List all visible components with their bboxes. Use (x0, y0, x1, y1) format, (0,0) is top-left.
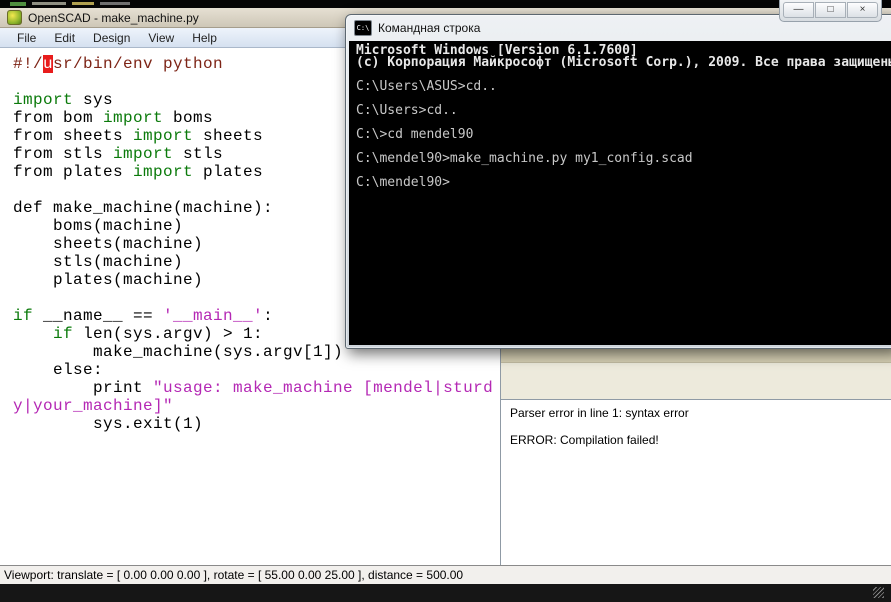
code-token: stls (173, 145, 223, 163)
background-fragment (10, 2, 26, 6)
code-token: sr/bin/env python (53, 55, 223, 73)
code-token: sys.exit(1) (13, 415, 203, 433)
cmd-line: C:\>cd mendel90 (356, 129, 891, 141)
code-token: import (133, 163, 193, 181)
code-line: sys.exit(1) (13, 415, 500, 433)
code-line: y|your_machine]" (13, 397, 500, 415)
code-token: plates(machine) (13, 271, 203, 289)
code-token: len(sys.argv) > 1: (73, 325, 263, 343)
code-token (13, 325, 53, 343)
console-message: Parser error in line 1: syntax error (510, 406, 891, 433)
cmd-line: C:\Users\ASUS>cd.. (356, 81, 891, 93)
background-fragment (72, 2, 94, 5)
cmd-icon[interactable]: C:\ (354, 20, 372, 36)
code-token: from stls (13, 145, 113, 163)
window-bottom-edge (0, 584, 891, 602)
text-cursor: u (43, 55, 53, 73)
code-token: sheets(machine) (13, 235, 203, 253)
code-token: boms(machine) (13, 217, 183, 235)
menu-design[interactable]: Design (84, 28, 139, 47)
cmd-window-title: Командная строка (378, 21, 480, 35)
background-strip (0, 0, 891, 8)
code-line: print "usage: make_machine [mendel|sturd (13, 379, 500, 397)
cmd-line: C:\mendel90>make_machine.py my1_config.s… (356, 153, 891, 165)
statusbar: Viewport: translate = [ 0.00 0.00 0.00 ]… (0, 565, 891, 584)
code-token: from plates (13, 163, 133, 181)
console-message: ERROR: Compilation failed! (510, 433, 891, 460)
close-button[interactable]: × (847, 2, 878, 18)
background-fragment (32, 2, 66, 5)
menu-view[interactable]: View (139, 28, 183, 47)
menu-help[interactable]: Help (183, 28, 226, 47)
code-token: sys (73, 91, 113, 109)
code-token: y|your_machine]" (13, 397, 173, 415)
code-token: boms (163, 109, 213, 127)
cmd-line: C:\mendel90> (356, 177, 891, 189)
openscad-logo-icon[interactable] (7, 10, 22, 25)
code-token: if (13, 307, 33, 325)
cmd-window: C:\ Командная строка Microsoft Windows [… (345, 14, 891, 349)
code-token: plates (193, 163, 263, 181)
cmd-line: (c) Корпорация Майкрософт (Microsoft Cor… (356, 57, 891, 69)
code-token: import (133, 127, 193, 145)
code-token: from bom (13, 109, 103, 127)
code-token: else: (13, 361, 103, 379)
openscad-window-title: OpenSCAD - make_machine.py (28, 11, 199, 25)
cmd-line: C:\Users>cd.. (356, 105, 891, 117)
code-token: import (113, 145, 173, 163)
menu-file[interactable]: File (8, 28, 45, 47)
code-token: def make_machine(machine): (13, 199, 273, 217)
window-controls: — □ × (779, 0, 882, 22)
screen: OpenSCAD - make_machine.py FileEditDesig… (0, 0, 891, 602)
code-token: stls(machine) (13, 253, 183, 271)
code-token: '__main__' (163, 307, 263, 325)
code-token: make_machine(sys.argv[1]) (13, 343, 343, 361)
code-token: __name__ == (33, 307, 163, 325)
code-token: if (53, 325, 73, 343)
viewport-3d-lower[interactable] (501, 362, 891, 400)
maximize-button[interactable]: □ (815, 2, 846, 18)
code-token: #!/ (13, 55, 43, 73)
menu-edit[interactable]: Edit (45, 28, 84, 47)
minimize-button[interactable]: — (783, 2, 814, 18)
openscad-console: Parser error in line 1: syntax errorERRO… (501, 399, 891, 565)
code-token: : (263, 307, 273, 325)
code-token: sheets (193, 127, 263, 145)
code-token: print (13, 379, 153, 397)
cmd-console[interactable]: Microsoft Windows [Version 6.1.7600](c) … (349, 41, 891, 345)
code-token: import (103, 109, 163, 127)
resize-grip-icon[interactable] (873, 587, 884, 598)
code-token: from sheets (13, 127, 133, 145)
code-token: import (13, 91, 73, 109)
background-fragment (100, 2, 130, 5)
code-token: "usage: make_machine [mendel|sturd (153, 379, 493, 397)
statusbar-text: Viewport: translate = [ 0.00 0.00 0.00 ]… (4, 568, 463, 582)
code-line: else: (13, 361, 500, 379)
